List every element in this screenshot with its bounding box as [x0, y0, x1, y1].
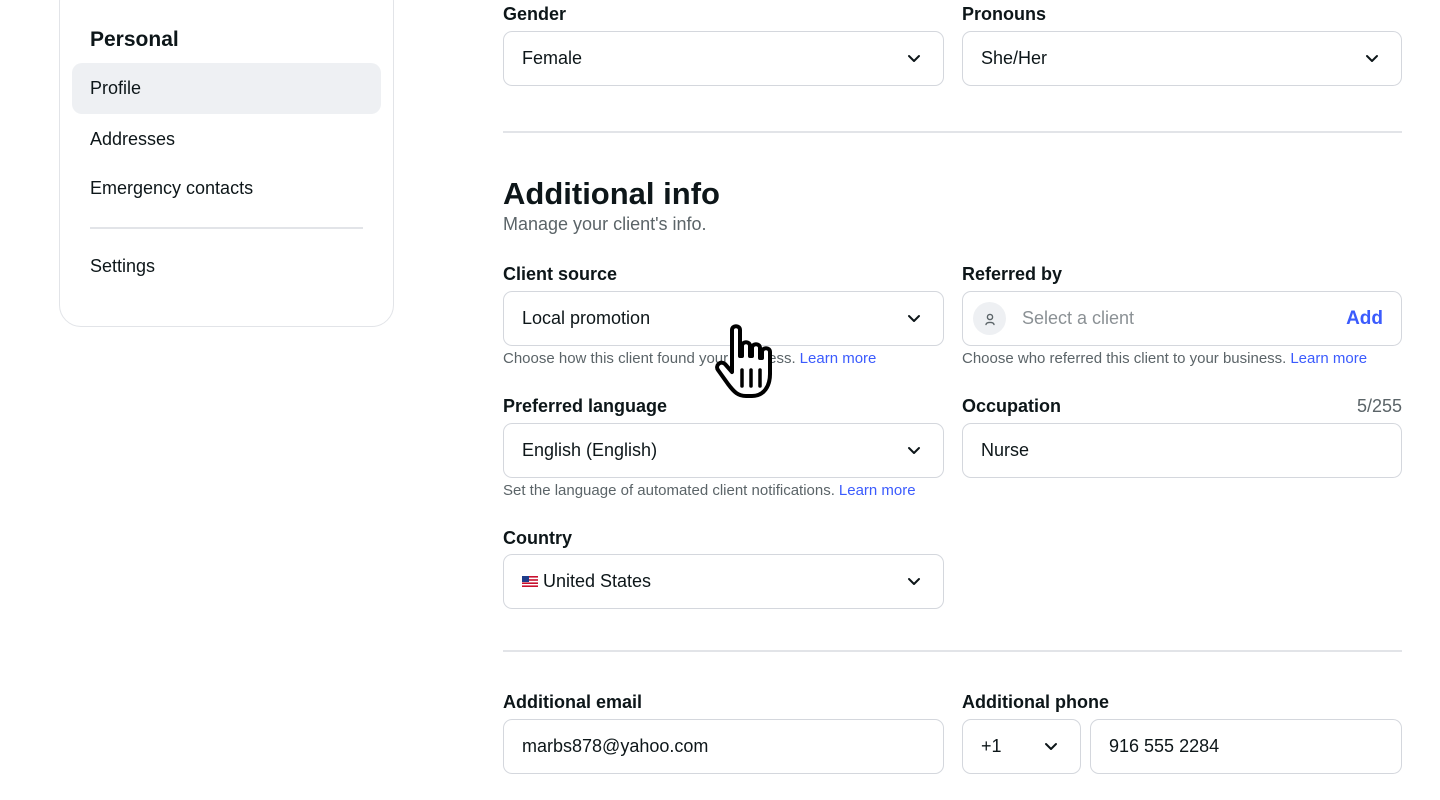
chevron-down-icon [908, 577, 920, 585]
occupation-input[interactable]: Nurse [962, 423, 1402, 478]
chevron-down-icon [908, 314, 920, 322]
additional-email-input[interactable]: marbs878@yahoo.com [503, 719, 944, 774]
sidebar-item-label: Profile [90, 78, 142, 98]
additional-phone-label: Additional phone [962, 692, 1109, 712]
add-referrer-button[interactable]: Add [1346, 308, 1383, 330]
preferred-language-value: English (English) [522, 440, 658, 460]
learn-more-link[interactable]: Learn more [800, 350, 877, 367]
section-title: Additional info [503, 176, 720, 211]
client-profile-page: Personal Profile Addresses Emergency con… [0, 0, 1440, 800]
sidebar-heading: Personal [90, 28, 179, 51]
chevron-down-icon [908, 54, 920, 62]
occupation-char-counter: 5/255 [1356, 396, 1402, 416]
learn-more-link[interactable]: Learn more [839, 482, 916, 499]
client-source-value: Local promotion [522, 308, 651, 328]
additional-phone-value: 916 555 2284 [1109, 736, 1220, 756]
chevron-down-icon [1045, 742, 1057, 750]
sidebar-item-addresses[interactable]: Addresses [72, 114, 381, 165]
sidebar: Personal Profile Addresses Emergency con… [59, 0, 394, 327]
occupation-label: Occupation [962, 396, 1062, 416]
country-select[interactable]: United States [503, 554, 944, 609]
pronouns-value: She/Her [981, 48, 1048, 68]
referred-by-placeholder: Select a client [1022, 308, 1135, 328]
gender-label: Gender [503, 4, 567, 24]
referred-by-hint-text: Choose who referred this client to your … [962, 350, 1287, 367]
preferred-language-hint: Set the language of automated client not… [503, 482, 916, 499]
sidebar-item-label: Settings [90, 256, 156, 276]
preferred-language-hint-text: Set the language of automated client not… [503, 482, 835, 499]
preferred-language-select[interactable]: English (English) [503, 423, 944, 478]
client-source-label: Client source [503, 264, 618, 284]
sidebar-item-label: Emergency contacts [90, 178, 254, 198]
chevron-down-icon [908, 446, 920, 454]
pronouns-select[interactable]: She/Her [962, 31, 1402, 86]
referred-by-label: Referred by [962, 264, 1063, 284]
referred-by-hint: Choose who referred this client to your … [962, 350, 1367, 367]
user-icon [973, 302, 1006, 335]
country-code-select[interactable]: +1 [962, 719, 1081, 774]
country-value: United States [543, 571, 652, 591]
learn-more-link[interactable]: Learn more [1290, 350, 1367, 367]
client-source-select[interactable]: Local promotion [503, 291, 944, 346]
referred-by-input[interactable]: Select a client Add [962, 291, 1402, 346]
sidebar-item-profile[interactable]: Profile [72, 63, 381, 114]
section-divider [503, 650, 1402, 652]
preferred-language-label: Preferred language [503, 396, 668, 416]
country-code-value: +1 [981, 736, 1002, 756]
additional-email-label: Additional email [503, 692, 643, 712]
occupation-value: Nurse [981, 440, 1030, 460]
additional-email-value: marbs878@yahoo.com [522, 736, 709, 756]
country-label: Country [503, 528, 572, 548]
sidebar-item-emergency-contacts[interactable]: Emergency contacts [72, 163, 381, 214]
client-source-hint-text: Choose how this client found your busine… [503, 350, 796, 367]
us-flag-icon [522, 576, 538, 587]
section-subtitle: Manage your client's info. [503, 214, 707, 234]
additional-phone-input[interactable]: 916 555 2284 [1090, 719, 1402, 774]
sidebar-item-label: Addresses [90, 129, 176, 149]
gender-select[interactable]: Female [503, 31, 944, 86]
sidebar-divider [90, 227, 363, 229]
gender-value: Female [522, 48, 583, 68]
chevron-down-icon [1366, 54, 1378, 62]
section-divider [503, 131, 1402, 133]
client-source-hint: Choose how this client found your busine… [503, 350, 876, 367]
pronouns-label: Pronouns [962, 4, 1046, 24]
sidebar-item-settings[interactable]: Settings [72, 241, 381, 292]
